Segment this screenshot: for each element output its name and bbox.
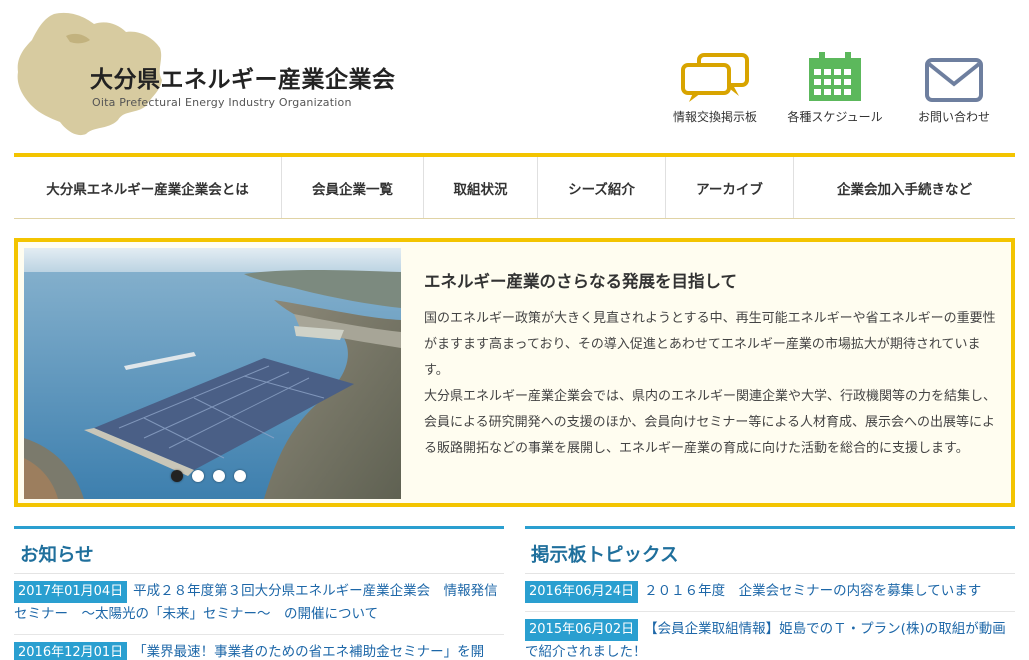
bulletin-board-link[interactable]: 情報交換掲示板 bbox=[660, 52, 770, 125]
schedule-label: 各種スケジュール bbox=[787, 110, 883, 124]
news-date: 2017年01月04日 bbox=[14, 581, 128, 603]
news-link[interactable]: 「業界最速！事業者のための省エネ補助金セミナー」を開 bbox=[133, 644, 484, 660]
news-section: お知らせ 2017年01月04日 平成２８年度第３回大分県エネルギー産業企業会 情… bbox=[14, 526, 504, 660]
mail-icon bbox=[925, 58, 983, 102]
schedule-link[interactable]: 各種スケジュール bbox=[780, 52, 890, 125]
nav-item-about[interactable]: 大分県エネルギー産業企業会とは bbox=[14, 157, 282, 218]
site-header: 大分県エネルギー産業企業会 Oita Prefectural Energy In… bbox=[0, 0, 1029, 152]
board-title: 掲示板トピックス bbox=[531, 545, 679, 566]
slide-dot-4[interactable] bbox=[234, 470, 246, 482]
hero-paragraph-2: 大分県エネルギー産業企業会では、県内のエネルギー関連企業や大学、行政機関等の力を… bbox=[424, 389, 997, 456]
bulletin-board-label: 情報交換掲示板 bbox=[672, 110, 757, 124]
news-title: お知らせ bbox=[20, 545, 94, 566]
nav-item-activities[interactable]: 取組状況 bbox=[424, 157, 538, 218]
news-header: お知らせ bbox=[14, 526, 504, 574]
contact-link[interactable]: お問い合わせ bbox=[899, 52, 1009, 125]
board-header: 掲示板トピックス bbox=[525, 526, 1015, 574]
site-title[interactable]: 大分県エネルギー産業企業会 bbox=[90, 60, 396, 94]
hero-paragraph-1: 国のエネルギー政策が大きく見直されようとする中、再生可能エネルギーや省エネルギー… bbox=[424, 311, 996, 378]
board-item: 2015年06月02日 【会員企業取組情報】姫島でのＴ・プラン(株)の取組が動画で… bbox=[525, 612, 1015, 660]
hero-heading: エネルギー産業のさらなる発展を目指して bbox=[424, 272, 738, 291]
news-item: 2016年12月01日 「業界最速！事業者のための省エネ補助金セミナー」を開 bbox=[14, 635, 504, 660]
news-date: 2016年12月01日 bbox=[14, 642, 128, 660]
board-link[interactable]: ２０１６年度 企業会セミナーの内容を募集しています bbox=[644, 583, 981, 599]
hero-body: 国のエネルギー政策が大きく見直されようとする中、再生可能エネルギーや省エネルギー… bbox=[424, 306, 1002, 462]
board-date: 2015年06月02日 bbox=[525, 619, 639, 641]
aerial-photo bbox=[24, 248, 401, 499]
calendar-icon bbox=[809, 52, 861, 101]
board-section: 掲示板トピックス 2016年06月24日 ２０１６年度 企業会セミナーの内容を募集… bbox=[525, 526, 1015, 660]
slide-dot-2[interactable] bbox=[192, 470, 204, 482]
board-date: 2016年06月24日 bbox=[525, 581, 639, 603]
contact-label: お問い合わせ bbox=[917, 110, 990, 124]
slide-dot-3[interactable] bbox=[213, 470, 225, 482]
nav-item-seeds[interactable]: シーズ紹介 bbox=[538, 157, 666, 218]
nav-item-archive[interactable]: アーカイブ bbox=[666, 157, 794, 218]
hero-slide-image[interactable] bbox=[24, 248, 401, 499]
board-item: 2016年06月24日 ２０１６年度 企業会セミナーの内容を募集しています bbox=[525, 574, 1015, 612]
site-subtitle: Oita Prefectural Energy Industry Organiz… bbox=[92, 96, 352, 109]
slide-dot-1[interactable] bbox=[171, 470, 183, 482]
chat-bubbles-icon bbox=[681, 53, 749, 102]
nav-item-members[interactable]: 会員企業一覧 bbox=[282, 157, 424, 218]
news-item: 2017年01月04日 平成２８年度第３回大分県エネルギー産業企業会 情報発信セミ… bbox=[14, 574, 504, 635]
main-nav: 大分県エネルギー産業企業会とは 会員企業一覧 取組状況 シーズ紹介 アーカイブ … bbox=[14, 153, 1015, 219]
slide-dots bbox=[171, 470, 246, 482]
hero-section: エネルギー産業のさらなる発展を目指して 国のエネルギー政策が大きく見直されようと… bbox=[14, 238, 1015, 507]
nav-item-join[interactable]: 企業会加入手続きなど bbox=[794, 157, 1015, 218]
